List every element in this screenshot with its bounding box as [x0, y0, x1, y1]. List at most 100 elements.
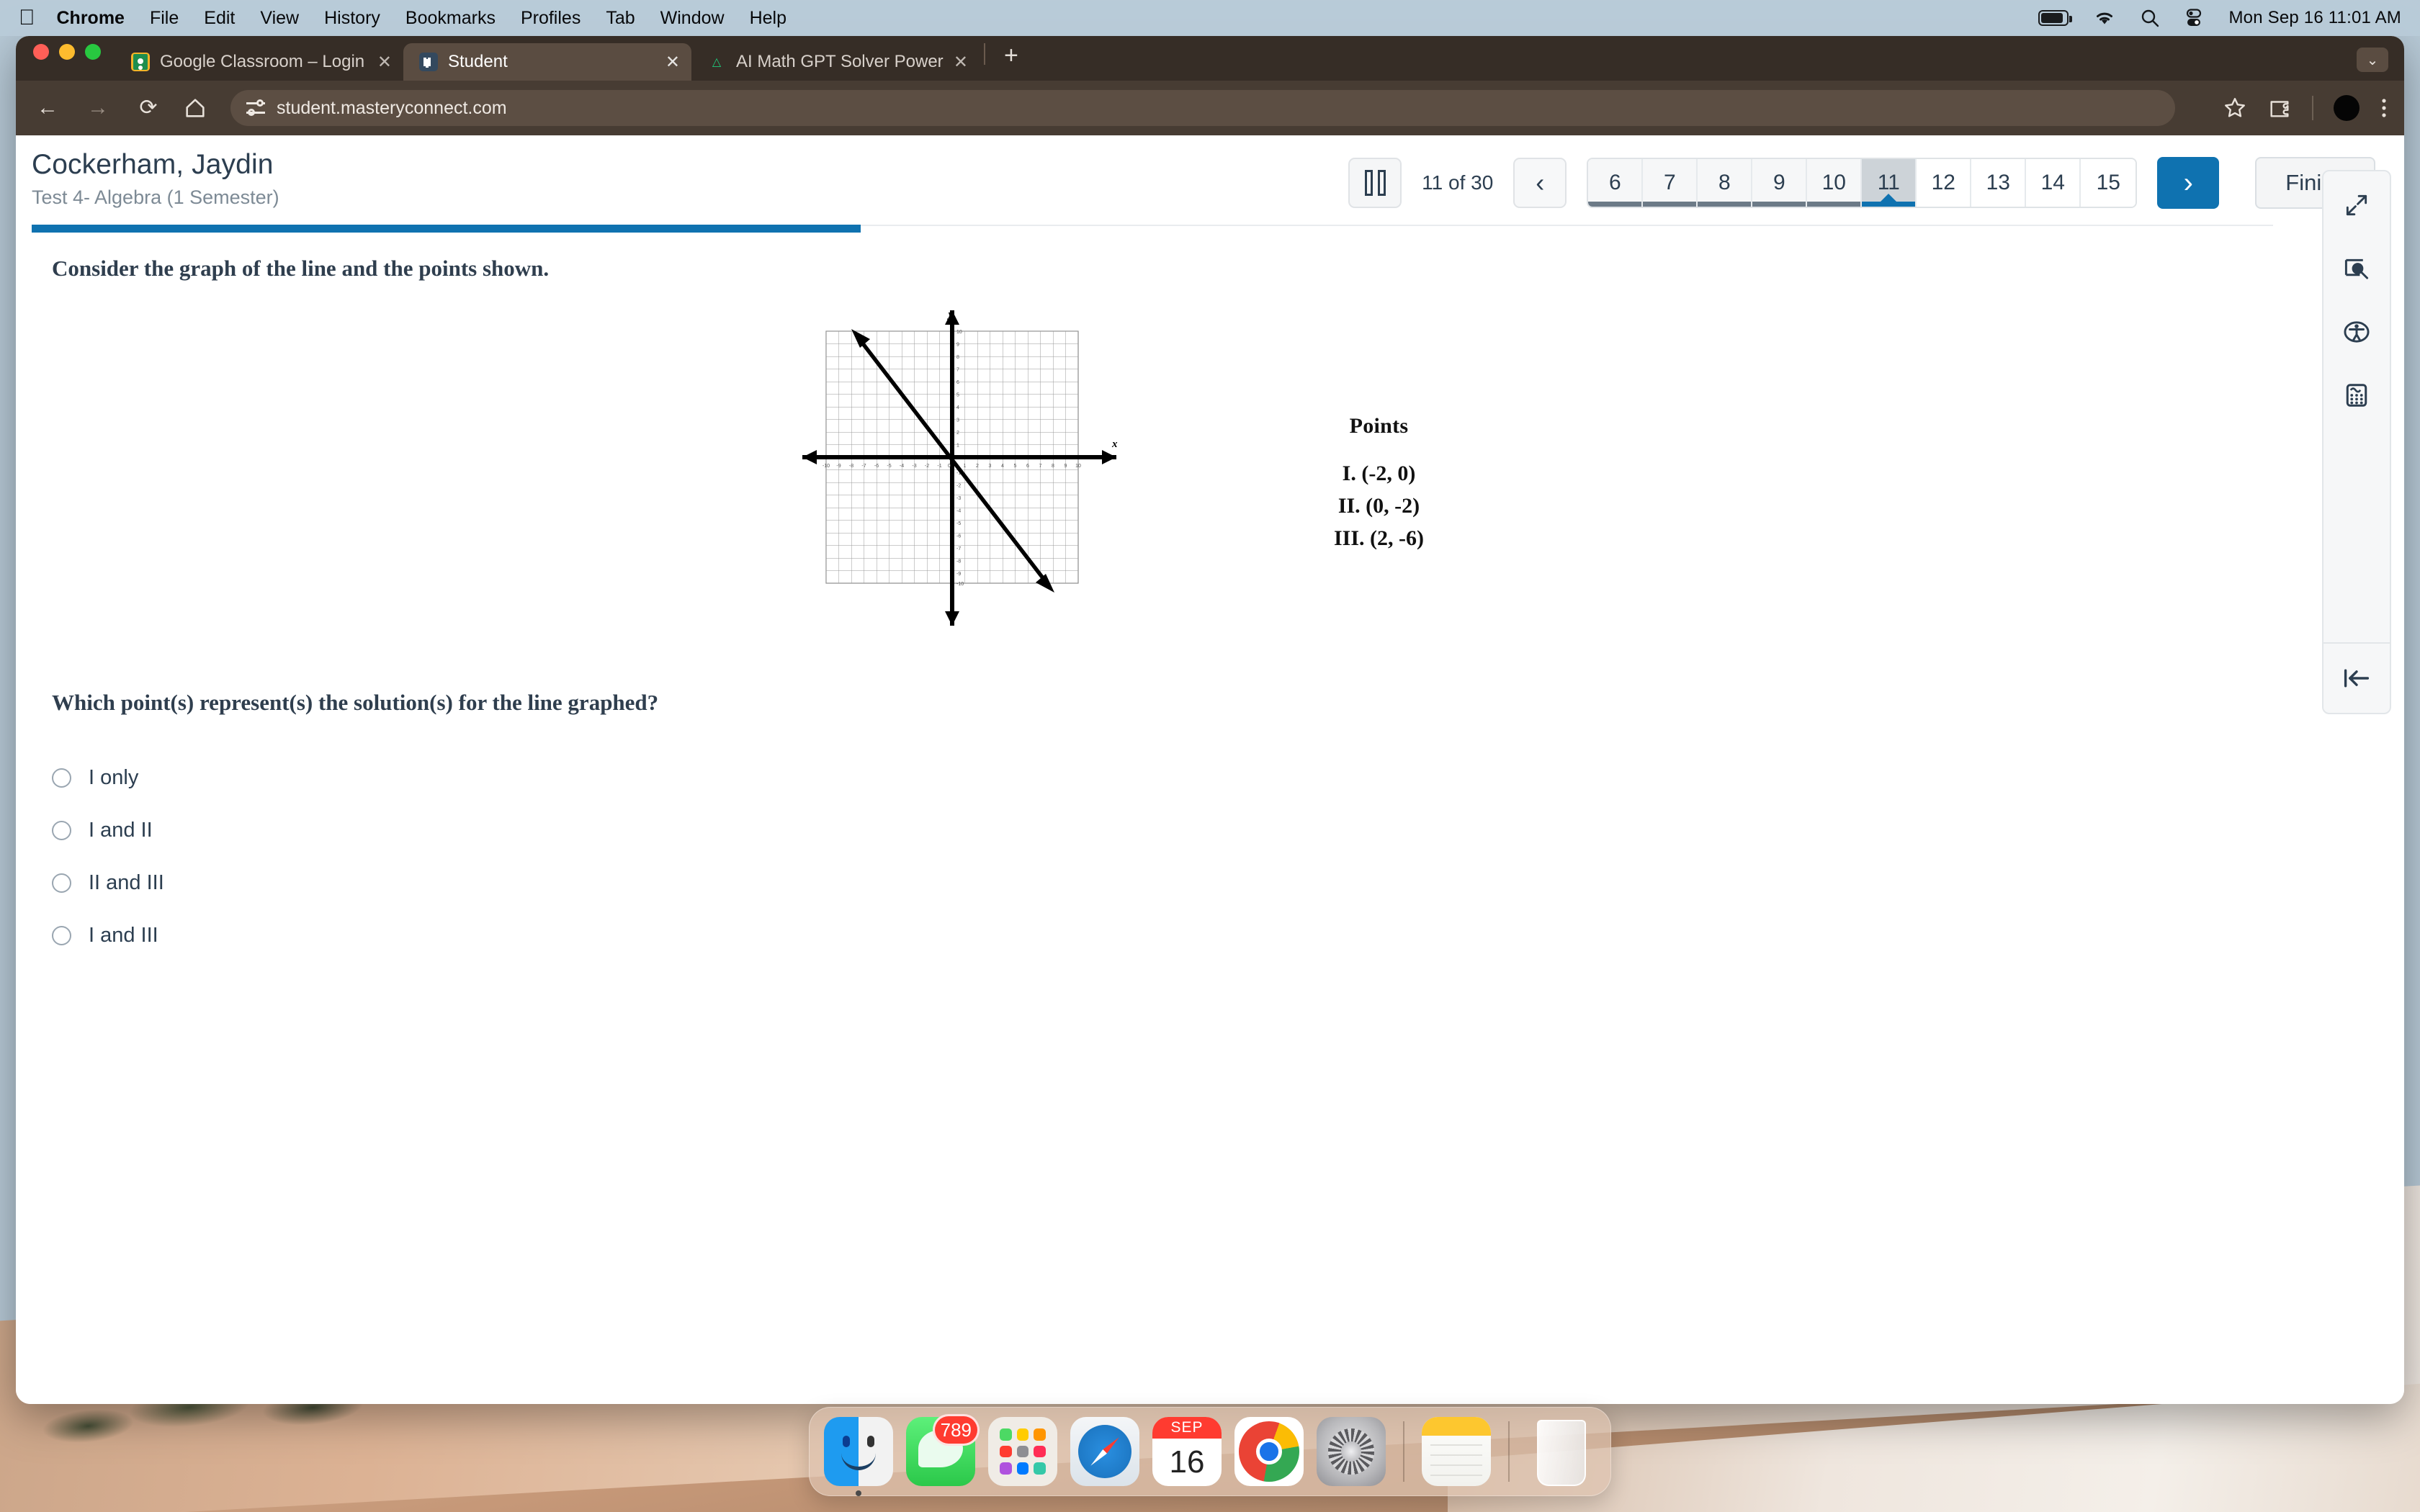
browser-tab-ai-math-gpt[interactable]: △ AI Math GPT Solver Powered ✕	[691, 43, 980, 81]
dock-app-trash[interactable]	[1527, 1417, 1596, 1486]
menu-item-edit[interactable]: Edit	[204, 8, 235, 29]
masteryconnect-assessment: Cockerham, Jaydin Test 4- Algebra (1 Sem…	[16, 135, 2404, 1404]
svg-text:-7: -7	[956, 546, 961, 552]
apple-logo-icon[interactable]: 	[19, 7, 35, 29]
radio-button[interactable]	[52, 873, 71, 893]
image-zoom-icon[interactable]	[2339, 252, 2375, 285]
forward-button[interactable]: →	[82, 97, 114, 119]
pager-page-12[interactable]: 12	[1917, 159, 1972, 207]
three-dot-menu-icon[interactable]	[2380, 96, 2388, 120]
dock-app-system-settings[interactable]	[1317, 1417, 1386, 1486]
masteryconnect-icon	[419, 53, 438, 71]
dock-app-finder[interactable]	[824, 1417, 893, 1496]
pager-page-9[interactable]: 9	[1752, 159, 1808, 207]
dock-app-safari[interactable]	[1070, 1417, 1139, 1486]
menu-item-view[interactable]: View	[260, 8, 299, 29]
pager-page-15[interactable]: 15	[2081, 159, 2136, 207]
page-number: 14	[2040, 171, 2065, 194]
dock-app-launchpad[interactable]	[988, 1417, 1057, 1486]
menu-bar-clock[interactable]: Mon Sep 16 11:01 AM	[2228, 8, 2401, 28]
svg-text:9: 9	[956, 343, 959, 348]
answer-option-4[interactable]: I and III	[52, 909, 2404, 962]
answer-option-label: I and II	[89, 819, 153, 842]
pager-page-14[interactable]: 14	[2026, 159, 2081, 207]
graph-svg: y x -10 -9 -8 -7 -6 -5 -4 -3 -2 -1 0 1 234 567 8…	[802, 309, 1118, 626]
accessibility-icon[interactable]	[2339, 315, 2375, 348]
close-tab-icon[interactable]: ✕	[954, 52, 968, 73]
question-pager[interactable]: 6 7 8 9 10 11 12 13 14 15	[1587, 158, 2138, 208]
svg-text:10: 10	[1075, 464, 1081, 469]
search-icon[interactable]	[2141, 9, 2159, 27]
pager-page-8[interactable]: 8	[1698, 159, 1753, 207]
test-name: Test 4- Algebra (1 Semester)	[32, 186, 279, 208]
menu-item-profiles[interactable]: Profiles	[521, 8, 581, 29]
tab-title: AI Math GPT Solver Powered	[736, 52, 944, 71]
answer-option-label: II and III	[89, 871, 164, 894]
svg-text:1: 1	[956, 444, 959, 449]
calendar-month: SEP	[1152, 1417, 1222, 1439]
close-tab-icon[interactable]: ✕	[666, 52, 680, 73]
reload-button[interactable]: ⟳	[133, 97, 164, 119]
star-icon[interactable]	[2223, 96, 2247, 120]
svg-text:9: 9	[1065, 464, 1067, 469]
menu-item-bookmarks[interactable]: Bookmarks	[405, 8, 496, 29]
pager-page-11[interactable]: 11	[1862, 159, 1917, 207]
dock-app-messages[interactable]: 789	[906, 1414, 980, 1486]
menu-item-chrome[interactable]: Chrome	[57, 8, 125, 29]
pager-page-13[interactable]: 13	[1971, 159, 2027, 207]
dock-app-calendar[interactable]: SEP 16	[1152, 1417, 1222, 1486]
dock-app-chrome[interactable]	[1234, 1417, 1304, 1486]
close-window-button[interactable]	[33, 44, 49, 60]
new-tab-button[interactable]: +	[988, 43, 1034, 81]
svg-text:x: x	[1111, 438, 1118, 450]
previous-question-button[interactable]: ‹	[1513, 158, 1567, 208]
address-bar[interactable]: student.masteryconnect.com	[230, 90, 2175, 126]
chevron-down-icon[interactable]: ⌄	[2357, 48, 2388, 72]
answer-option-1[interactable]: I only	[52, 752, 2404, 804]
menu-item-window[interactable]: Window	[660, 8, 725, 29]
window-controls[interactable]	[33, 36, 101, 81]
back-button[interactable]: ←	[32, 97, 63, 119]
expand-icon[interactable]	[2339, 189, 2375, 222]
menu-item-history[interactable]: History	[324, 8, 380, 29]
maximize-window-button[interactable]	[85, 44, 101, 60]
pause-button[interactable]	[1348, 158, 1402, 208]
battery-icon[interactable]	[2038, 10, 2073, 26]
browser-tab-student[interactable]: Student ✕	[403, 43, 691, 81]
puzzle-icon[interactable]	[2267, 96, 2292, 120]
site-settings-icon[interactable]	[246, 99, 265, 117]
browser-tab-google-classroom[interactable]: Google Classroom – Login ✕	[115, 43, 403, 81]
dock-app-notes[interactable]	[1422, 1417, 1491, 1486]
svg-text:5: 5	[1014, 464, 1017, 469]
control-center-icon[interactable]	[2184, 9, 2204, 27]
svg-text:-5: -5	[887, 464, 891, 469]
menu-item-file[interactable]: File	[150, 8, 179, 29]
home-button[interactable]	[183, 96, 207, 120]
svg-text:3: 3	[956, 418, 959, 423]
answer-option-3[interactable]: II and III	[52, 857, 2404, 909]
svg-text:-8: -8	[956, 559, 961, 564]
address-text[interactable]: student.masteryconnect.com	[277, 98, 507, 119]
next-question-button[interactable]: ›	[2157, 157, 2220, 209]
collapse-panel-icon[interactable]	[2339, 662, 2375, 695]
radio-button[interactable]	[52, 821, 71, 840]
avatar[interactable]	[2334, 95, 2360, 121]
minimize-window-button[interactable]	[59, 44, 75, 60]
pager-page-6[interactable]: 6	[1588, 159, 1644, 207]
question-body: Consider the graph of the line and the p…	[16, 233, 2404, 962]
answer-option-2[interactable]: I and II	[52, 804, 2404, 857]
close-tab-icon[interactable]: ✕	[377, 52, 392, 73]
page-number: 12	[1931, 171, 1955, 194]
wifi-icon[interactable]	[2093, 9, 2116, 27]
menu-item-help[interactable]: Help	[750, 8, 786, 29]
radio-button[interactable]	[52, 768, 71, 788]
radio-button[interactable]	[52, 926, 71, 945]
page-number: 7	[1663, 171, 1676, 194]
page-number: 15	[2096, 171, 2120, 194]
calculator-icon[interactable]	[2339, 379, 2375, 412]
svg-text:-1: -1	[937, 464, 941, 469]
points-title: Points	[1349, 414, 1409, 438]
pager-page-7[interactable]: 7	[1643, 159, 1698, 207]
menu-item-tab[interactable]: Tab	[606, 8, 635, 29]
pager-page-10[interactable]: 10	[1807, 159, 1863, 207]
